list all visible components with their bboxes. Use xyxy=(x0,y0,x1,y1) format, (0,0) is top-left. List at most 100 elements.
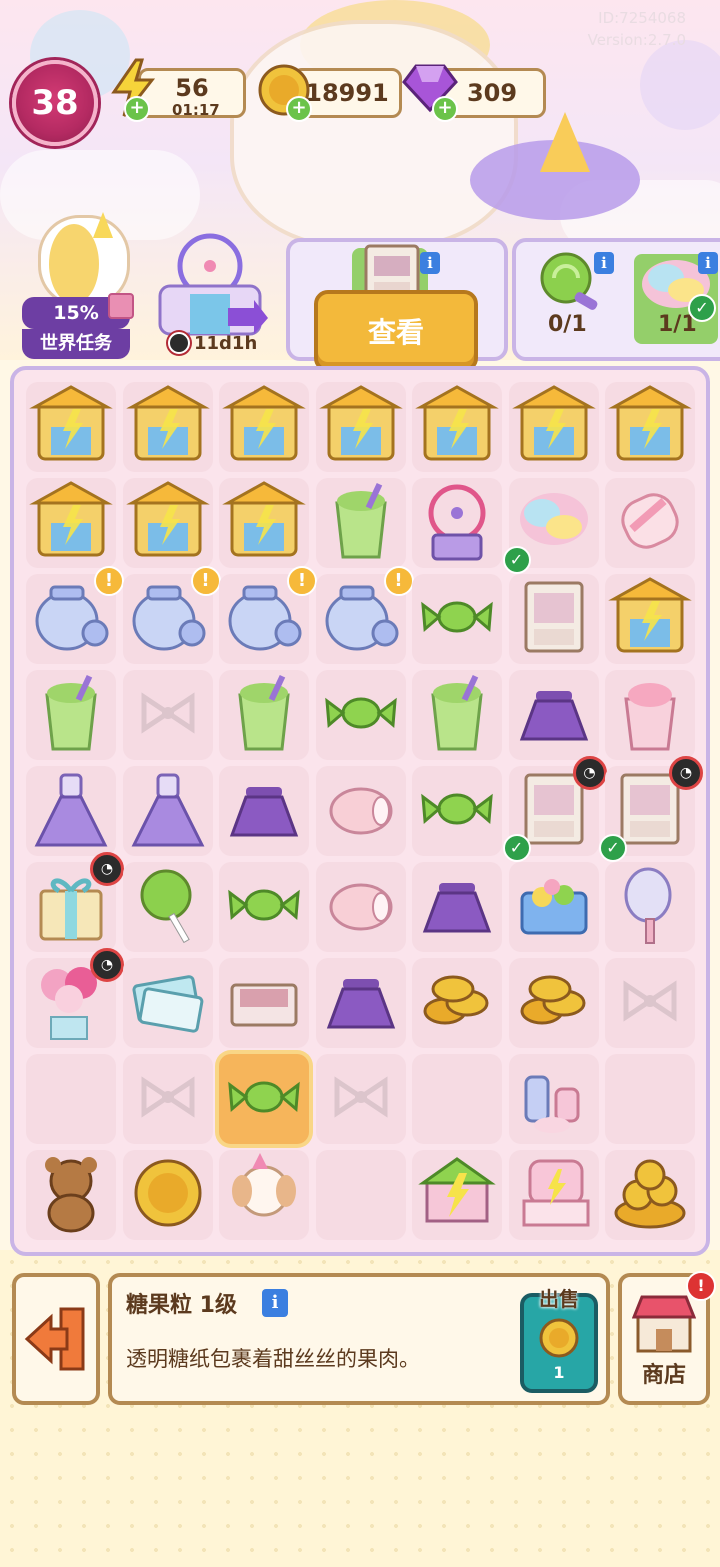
board-cell-skirt[interactable] xyxy=(412,862,502,952)
carousel-icon xyxy=(318,383,403,471)
board-cell-melon-drink[interactable] xyxy=(219,670,309,760)
info-icon[interactable]: i xyxy=(420,252,440,274)
exit-button[interactable] xyxy=(12,1273,100,1405)
board-cell-bow[interactable] xyxy=(315,1054,406,1144)
board-cell-melon-drink[interactable] xyxy=(412,670,502,760)
board-cell-tickets[interactable] xyxy=(122,958,213,1048)
world-quest-button[interactable]: 15% 世界任务 xyxy=(22,205,134,359)
carousel-icon xyxy=(415,383,499,471)
player-id: ID:7254068 xyxy=(598,9,686,27)
board-cell-puppy[interactable] xyxy=(219,1150,309,1240)
shop-button[interactable]: 商店 ! xyxy=(618,1271,716,1405)
board-cell-candy[interactable] xyxy=(412,766,502,856)
board-cell-ferris-wheel[interactable] xyxy=(412,478,502,568)
board-cell-candy[interactable] xyxy=(315,670,406,760)
board-cell-marshmallow[interactable] xyxy=(605,478,695,568)
board-cell-jar[interactable]: ! xyxy=(315,566,414,664)
cake-roll-icon xyxy=(319,767,403,855)
tickets-icon xyxy=(126,959,210,1047)
board-cell-coins[interactable] xyxy=(412,958,502,1048)
view-order-button[interactable]: 查看 xyxy=(314,290,478,372)
board-cell-carousel[interactable] xyxy=(315,382,406,472)
board-cell-bow[interactable] xyxy=(605,958,695,1048)
board-cell-carousel[interactable] xyxy=(26,478,116,568)
board-cell-carousel[interactable] xyxy=(219,382,309,472)
board-cell-bow[interactable] xyxy=(122,1054,213,1144)
bow-icon xyxy=(126,1055,210,1143)
board-cell-gift-box[interactable]: ◔ xyxy=(26,852,124,952)
sell-button[interactable]: 出售 1 xyxy=(520,1287,598,1393)
board-cell-jar[interactable]: ! xyxy=(219,566,317,664)
board-cell-cosmetics[interactable] xyxy=(508,1054,599,1144)
carousel-icon xyxy=(125,383,210,471)
board-cell-strawberry-drink[interactable] xyxy=(605,670,695,760)
level-badge[interactable]: 38 xyxy=(12,60,98,146)
board-cell-cabinet[interactable]: ✓ ◔ xyxy=(599,756,703,862)
alert-icon: ! xyxy=(190,566,221,596)
board-cell-cabinet[interactable] xyxy=(508,574,599,664)
board-cell-dress[interactable] xyxy=(122,766,213,856)
empty-cell xyxy=(412,1054,502,1144)
board-cell-carousel[interactable] xyxy=(219,478,309,568)
board-cell-jar[interactable]: ! xyxy=(26,566,124,664)
board-cell-dress[interactable] xyxy=(26,766,116,856)
info-icon[interactable]: i xyxy=(698,252,718,274)
board-cell-drawer[interactable] xyxy=(219,958,309,1048)
merge-board: ✓!!!! ✓ ◔ ✓ ◔ ◔ ◔ xyxy=(10,366,710,1256)
alert-icon: ! xyxy=(383,566,414,596)
item-info-icon[interactable]: i xyxy=(262,1289,288,1317)
board-cell-cabinet[interactable]: ✓ ◔ xyxy=(502,756,607,862)
board-cell-skirt[interactable] xyxy=(508,670,599,760)
board-cell-cake-roll[interactable] xyxy=(315,862,406,952)
board-cell-coins[interactable] xyxy=(508,958,599,1048)
board-cell-mirror[interactable] xyxy=(605,862,695,952)
board-cell-cake-roll[interactable] xyxy=(315,766,406,856)
board-cell-candy[interactable] xyxy=(219,1054,309,1144)
add-gems-button[interactable]: + xyxy=(432,96,458,122)
candy-icon xyxy=(319,671,403,759)
board-cell-lollipop[interactable] xyxy=(122,862,213,952)
board-cell-bow[interactable] xyxy=(122,670,213,760)
clock-icon: ◔ xyxy=(90,948,124,982)
board-cell-jar[interactable]: ! xyxy=(122,566,221,664)
board-cell-carousel[interactable] xyxy=(508,382,599,472)
board-cell-skirt[interactable] xyxy=(219,766,309,856)
info-icon[interactable]: i xyxy=(594,252,614,274)
order-panel-2[interactable]: i 0/1 i 1/1 ✓ xyxy=(512,238,720,361)
mascot-background-art xyxy=(230,20,518,248)
board-cell-carousel[interactable] xyxy=(26,382,116,472)
dress-icon xyxy=(29,767,113,855)
carousel-icon xyxy=(125,479,210,567)
board-cell-carousel[interactable] xyxy=(122,478,213,568)
board-cell-candy-box[interactable] xyxy=(508,862,599,952)
bow-icon xyxy=(608,959,692,1047)
board-cell-shop-house[interactable] xyxy=(412,1150,502,1240)
board-cell-candy[interactable] xyxy=(412,574,502,664)
board-cell-carousel[interactable] xyxy=(605,382,695,472)
carousel-icon xyxy=(511,383,596,471)
board-cell-balloons[interactable]: ◔ xyxy=(26,948,124,1048)
add-energy-button[interactable]: + xyxy=(124,96,150,122)
board-cell-candy[interactable] xyxy=(219,862,309,952)
board-cell-vanity[interactable] xyxy=(508,1150,599,1240)
board-cell-cotton-candy[interactable]: ✓ xyxy=(502,478,599,574)
board-cell-melon-drink[interactable] xyxy=(315,478,406,568)
park-event-button[interactable] xyxy=(150,230,270,340)
board-cell-carousel[interactable] xyxy=(412,382,502,472)
board-cell-skirt[interactable] xyxy=(315,958,406,1048)
vanity-icon xyxy=(512,1151,596,1239)
board-cell-coin-pile[interactable] xyxy=(605,1150,695,1240)
add-coins-button[interactable]: + xyxy=(286,96,312,122)
board-cell-coin[interactable] xyxy=(122,1150,213,1240)
board-cell-teddy-bear[interactable] xyxy=(26,1150,116,1240)
board-cell-melon-drink[interactable] xyxy=(26,670,116,760)
cosmetics-icon xyxy=(512,1055,596,1143)
coin-icon xyxy=(539,1318,579,1358)
shop-label: 商店 xyxy=(641,1363,686,1388)
level-value: 38 xyxy=(31,83,79,123)
exit-icon xyxy=(24,1307,85,1371)
check-icon: ✓ xyxy=(688,294,716,322)
board-cell-carousel[interactable] xyxy=(122,382,213,472)
carousel-icon xyxy=(222,383,306,471)
board-cell-carousel[interactable] xyxy=(605,574,695,664)
